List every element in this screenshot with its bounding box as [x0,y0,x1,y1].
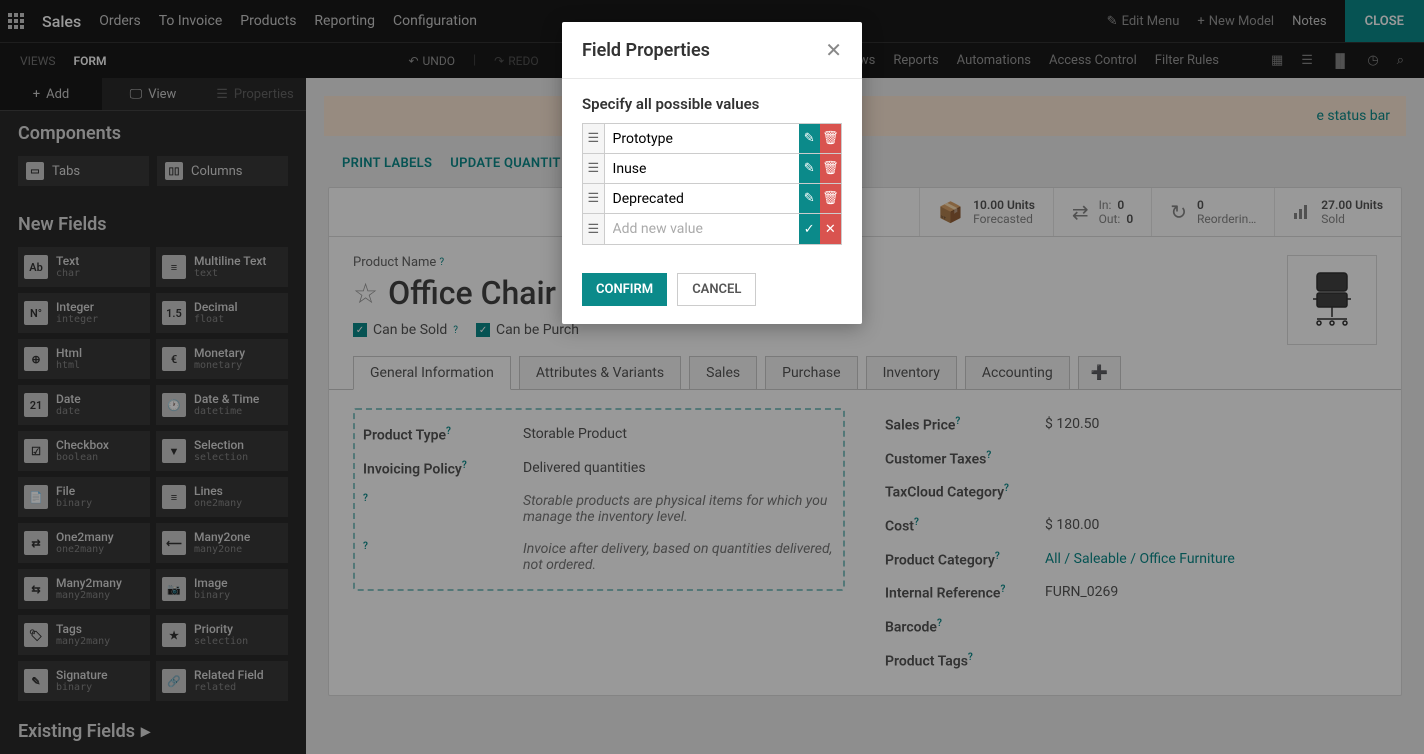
selection-value-row: ☰ ✎🗑 [583,154,841,184]
delete-icon[interactable]: 🗑 [820,124,841,153]
drag-handle-icon[interactable]: ☰ [583,154,605,183]
cancel-icon[interactable]: ✕ [820,214,841,244]
edit-icon[interactable]: ✎ [799,124,820,153]
cancel-button[interactable]: CANCEL [677,273,756,306]
value-input[interactable] [605,184,799,213]
field-properties-modal: Field Properties ✕ Specify all possible … [562,22,862,324]
selection-value-row: ☰ ✎🗑 [583,124,841,154]
drag-handle-icon[interactable]: ☰ [583,124,605,153]
modal-overlay[interactable]: Field Properties ✕ Specify all possible … [0,0,1424,754]
selection-value-row: ☰ ✎🗑 [583,184,841,214]
value-input[interactable] [605,124,799,153]
drag-handle-icon[interactable]: ☰ [583,184,605,213]
add-value-input[interactable] [605,214,799,244]
delete-icon[interactable]: 🗑 [820,184,841,213]
add-value-row: ☰ ✓✕ [583,214,841,244]
modal-title: Field Properties [582,40,710,61]
drag-handle-icon: ☰ [583,214,605,244]
delete-icon[interactable]: 🗑 [820,154,841,183]
confirm-icon[interactable]: ✓ [799,214,820,244]
value-input[interactable] [605,154,799,183]
confirm-button[interactable]: CONFIRM [582,273,667,306]
close-icon[interactable]: ✕ [825,38,842,62]
edit-icon[interactable]: ✎ [799,184,820,213]
edit-icon[interactable]: ✎ [799,154,820,183]
modal-subtitle: Specify all possible values [582,95,842,113]
